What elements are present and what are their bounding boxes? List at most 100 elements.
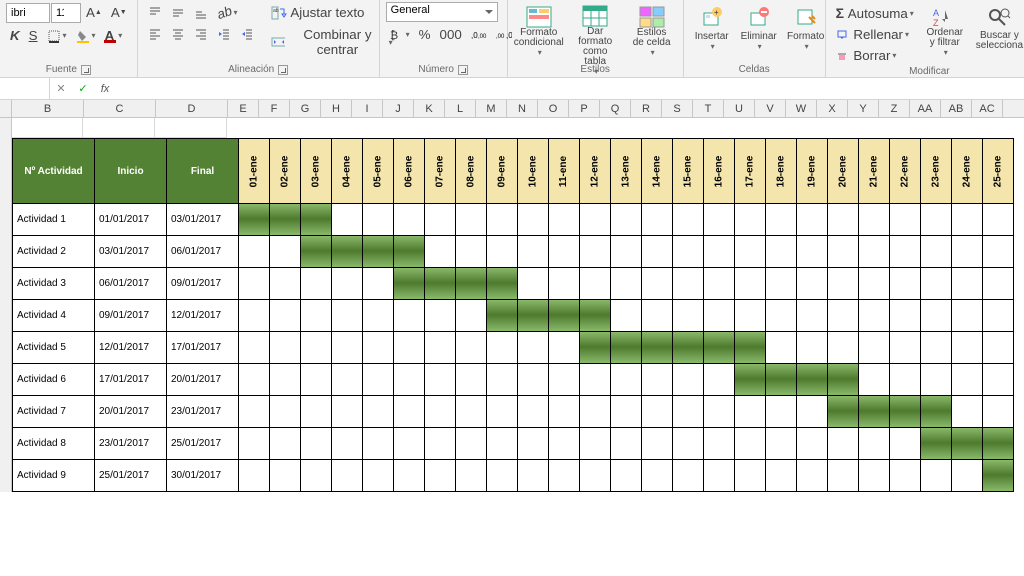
gantt-cell[interactable]	[735, 268, 766, 300]
decrease-font-button[interactable]: A▼	[107, 2, 131, 23]
gantt-cell[interactable]	[425, 396, 456, 428]
gantt-cell[interactable]	[952, 236, 983, 268]
gantt-cell[interactable]	[580, 268, 611, 300]
gantt-cell[interactable]	[766, 396, 797, 428]
gantt-cell[interactable]	[921, 236, 952, 268]
gantt-cell[interactable]	[704, 428, 735, 460]
gantt-cell[interactable]	[890, 268, 921, 300]
row-header[interactable]	[0, 118, 12, 492]
gantt-cell[interactable]	[797, 332, 828, 364]
start-date-cell[interactable]: 20/01/2017	[95, 396, 167, 428]
gantt-cell[interactable]	[859, 396, 890, 428]
gantt-cell[interactable]	[611, 332, 642, 364]
gantt-cell[interactable]	[704, 236, 735, 268]
end-date-cell[interactable]: 25/01/2017	[167, 428, 239, 460]
gantt-cell[interactable]	[611, 300, 642, 332]
column-header[interactable]: P	[569, 100, 600, 117]
gantt-cell[interactable]	[487, 268, 518, 300]
gantt-cell[interactable]	[642, 396, 673, 428]
column-header[interactable]: R	[631, 100, 662, 117]
gantt-cell[interactable]	[301, 364, 332, 396]
end-date-cell[interactable]: 09/01/2017	[167, 268, 239, 300]
gantt-cell[interactable]	[580, 364, 611, 396]
gantt-cell[interactable]	[487, 236, 518, 268]
gantt-cell[interactable]	[673, 460, 704, 492]
column-header[interactable]: I	[352, 100, 383, 117]
gantt-cell[interactable]	[611, 268, 642, 300]
merge-center-button[interactable]: Combinar y centrar▾	[267, 24, 397, 60]
cell-styles-button[interactable]: Estilos de celda▾	[627, 2, 677, 60]
column-header[interactable]: AA	[910, 100, 941, 117]
orientation-button[interactable]: ab▾	[213, 2, 242, 23]
column-header[interactable]: O	[538, 100, 569, 117]
gantt-cell[interactable]	[270, 236, 301, 268]
gantt-cell[interactable]	[239, 300, 270, 332]
gantt-cell[interactable]	[301, 396, 332, 428]
gantt-cell[interactable]	[363, 300, 394, 332]
gantt-cell[interactable]	[363, 460, 394, 492]
gantt-cell[interactable]	[549, 460, 580, 492]
gantt-cell[interactable]	[673, 236, 704, 268]
gantt-cell[interactable]	[735, 460, 766, 492]
wrap-text-button[interactable]: ab Ajustar texto	[267, 2, 397, 23]
gantt-cell[interactable]	[673, 204, 704, 236]
gantt-cell[interactable]	[518, 204, 549, 236]
gantt-cell[interactable]	[239, 204, 270, 236]
gantt-cell[interactable]	[735, 204, 766, 236]
fuente-dialog-launcher[interactable]	[81, 65, 91, 75]
decrease-indent-button[interactable]	[213, 24, 235, 44]
gantt-cell[interactable]	[983, 204, 1014, 236]
delete-button[interactable]: Eliminar▾	[737, 2, 781, 60]
column-header[interactable]: Y	[848, 100, 879, 117]
column-header[interactable]: Q	[600, 100, 631, 117]
gantt-cell[interactable]	[611, 204, 642, 236]
column-header[interactable]: J	[383, 100, 414, 117]
gantt-cell[interactable]	[890, 396, 921, 428]
sort-filter-button[interactable]: AZOrdenar y filtrar▾	[921, 2, 969, 60]
gantt-cell[interactable]	[518, 364, 549, 396]
gantt-cell[interactable]	[642, 428, 673, 460]
column-header[interactable]: W	[786, 100, 817, 117]
gantt-cell[interactable]	[766, 236, 797, 268]
gantt-cell[interactable]	[332, 236, 363, 268]
end-date-cell[interactable]: 20/01/2017	[167, 364, 239, 396]
gantt-cell[interactable]	[425, 268, 456, 300]
gantt-cell[interactable]	[642, 332, 673, 364]
gantt-cell[interactable]	[611, 460, 642, 492]
gantt-cell[interactable]	[425, 364, 456, 396]
gantt-cell[interactable]	[394, 204, 425, 236]
gantt-cell[interactable]	[890, 204, 921, 236]
gantt-cell[interactable]	[704, 396, 735, 428]
gantt-cell[interactable]	[549, 268, 580, 300]
column-header[interactable]: X	[817, 100, 848, 117]
gantt-cell[interactable]	[642, 300, 673, 332]
gantt-cell[interactable]	[766, 268, 797, 300]
start-date-cell[interactable]: 01/01/2017	[95, 204, 167, 236]
gantt-cell[interactable]	[611, 396, 642, 428]
gantt-cell[interactable]	[270, 204, 301, 236]
gantt-cell[interactable]	[890, 236, 921, 268]
gantt-cell[interactable]	[301, 236, 332, 268]
gantt-cell[interactable]	[487, 204, 518, 236]
gantt-cell[interactable]	[456, 204, 487, 236]
gantt-cell[interactable]	[704, 300, 735, 332]
gantt-cell[interactable]	[890, 428, 921, 460]
column-header[interactable]: B	[12, 100, 84, 117]
column-header[interactable]: M	[476, 100, 507, 117]
gantt-cell[interactable]	[487, 300, 518, 332]
gantt-cell[interactable]	[642, 236, 673, 268]
insert-button[interactable]: +Insertar▾	[690, 2, 734, 60]
gantt-cell[interactable]	[580, 236, 611, 268]
gantt-cell[interactable]	[828, 364, 859, 396]
clear-button[interactable]: Borrar▾	[832, 45, 918, 66]
activity-name-cell[interactable]: Actividad 3	[12, 268, 95, 300]
gantt-cell[interactable]	[704, 332, 735, 364]
gantt-cell[interactable]	[828, 268, 859, 300]
column-header[interactable]: AB	[941, 100, 972, 117]
gantt-cell[interactable]	[766, 300, 797, 332]
gantt-cell[interactable]	[394, 236, 425, 268]
column-header[interactable]: F	[259, 100, 290, 117]
gantt-cell[interactable]	[673, 396, 704, 428]
gantt-cell[interactable]	[828, 204, 859, 236]
gantt-cell[interactable]	[363, 204, 394, 236]
